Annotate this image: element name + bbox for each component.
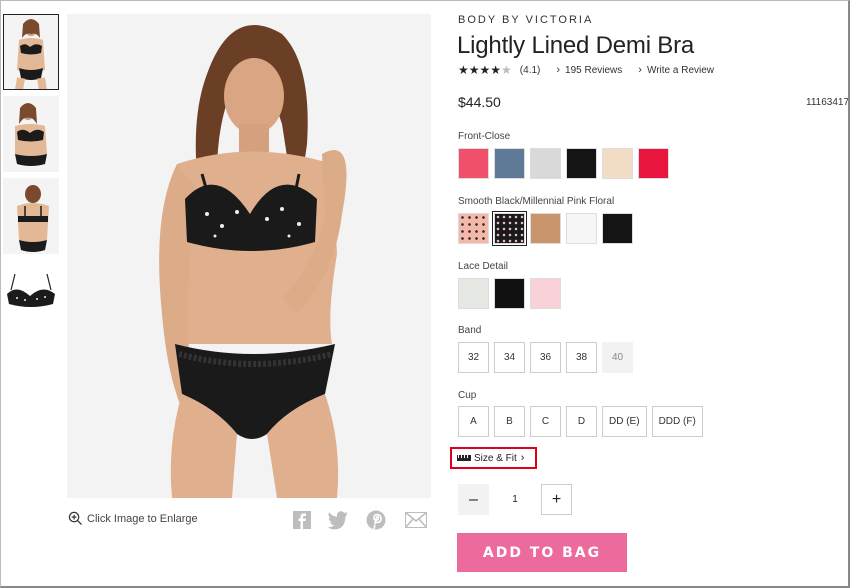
color-swatch[interactable] <box>602 148 633 179</box>
cup-option[interactable]: B <box>494 406 525 437</box>
band-option[interactable]: 32 <box>458 342 489 373</box>
color-swatch-selected[interactable] <box>492 211 527 246</box>
pinterest-icon <box>366 510 386 530</box>
chevron-right-icon: › <box>520 452 525 464</box>
color-swatch[interactable] <box>530 148 561 179</box>
main-product-image[interactable] <box>67 14 431 498</box>
thumbnail-angle[interactable] <box>3 96 59 172</box>
color-group-label: Smooth Black/Millennial Pink Floral <box>458 196 615 207</box>
twitter-share-button[interactable] <box>326 509 350 531</box>
thumbnail-back[interactable] <box>3 178 59 254</box>
quantity-increase-button[interactable]: + <box>541 484 572 515</box>
pinterest-share-button[interactable] <box>364 509 388 531</box>
facebook-share-button[interactable] <box>290 509 314 531</box>
color-swatch[interactable] <box>458 148 489 179</box>
product-title: Lightly Lined Demi Bra <box>457 32 695 59</box>
thumbnail-strip <box>3 14 59 342</box>
zoom-in-icon <box>68 511 83 526</box>
size-fit-label: Size & Fit <box>474 452 517 464</box>
add-to-bag-button[interactable]: ADD TO BAG <box>457 533 627 572</box>
color-swatch[interactable] <box>566 213 597 244</box>
band-option[interactable]: 38 <box>566 342 597 373</box>
cup-label: Cup <box>458 390 477 401</box>
color-swatches-smooth <box>458 211 633 246</box>
cup-option[interactable]: D <box>566 406 597 437</box>
cup-option[interactable]: DDD (F) <box>651 406 703 437</box>
quantity-stepper: – 1 + <box>458 484 572 515</box>
ruler-icon <box>457 455 471 461</box>
band-options: 32 34 36 38 40 <box>458 342 633 373</box>
color-swatch[interactable] <box>458 278 489 309</box>
email-share-button[interactable] <box>404 509 428 531</box>
write-review-label: Write a Review <box>646 65 715 76</box>
enlarge-link[interactable]: Click Image to Enlarge <box>68 511 198 526</box>
color-swatches-front-close <box>458 148 669 179</box>
band-option[interactable]: 36 <box>530 342 561 373</box>
color-swatch[interactable] <box>638 148 669 179</box>
product-price: $44.50 <box>458 94 501 110</box>
cup-options: A B C D DD (E) DDD (F) <box>458 406 703 437</box>
size-fit-link[interactable]: Size & Fit › <box>450 447 537 469</box>
facebook-icon <box>293 511 311 529</box>
rating-row: ★★★★★ (4.1) › 195 Reviews › Write a Review <box>458 63 714 77</box>
color-swatch[interactable] <box>494 278 525 309</box>
enlarge-label: Click Image to Enlarge <box>87 512 198 525</box>
cup-option[interactable]: C <box>530 406 561 437</box>
chevron-right-icon: › <box>638 64 642 76</box>
brand-name: BODY BY VICTORIA <box>458 14 594 26</box>
rating-value: (4.1) <box>519 64 541 76</box>
thumbnail-product[interactable] <box>3 260 59 336</box>
color-swatch[interactable] <box>602 213 633 244</box>
email-icon <box>405 511 427 528</box>
twitter-icon <box>327 511 348 530</box>
cup-option[interactable]: A <box>458 406 489 437</box>
color-swatch[interactable] <box>530 278 561 309</box>
reviews-label: 195 Reviews <box>565 65 623 76</box>
quantity-value[interactable]: 1 <box>489 494 541 505</box>
band-option-disabled: 40 <box>602 342 633 373</box>
write-review-link[interactable]: › Write a Review <box>638 64 714 76</box>
band-option[interactable]: 34 <box>494 342 525 373</box>
color-group-label: Lace Detail <box>458 261 509 272</box>
thumbnail-front[interactable] <box>3 14 59 90</box>
band-label: Band <box>458 325 482 336</box>
color-swatch[interactable] <box>494 148 525 179</box>
quantity-decrease-button[interactable]: – <box>458 484 489 515</box>
color-swatch[interactable] <box>566 148 597 179</box>
cup-option[interactable]: DD (E) <box>602 406 647 437</box>
reviews-link[interactable]: › 195 Reviews <box>556 64 622 76</box>
star-rating-icon: ★★★★★ <box>458 63 512 77</box>
chevron-right-icon: › <box>556 64 561 76</box>
color-group-label: Front-Close <box>458 131 511 142</box>
color-swatches-lace <box>458 278 561 309</box>
color-swatch[interactable] <box>458 213 489 244</box>
color-swatch[interactable] <box>530 213 561 244</box>
product-sku: 11163417 <box>806 97 848 108</box>
